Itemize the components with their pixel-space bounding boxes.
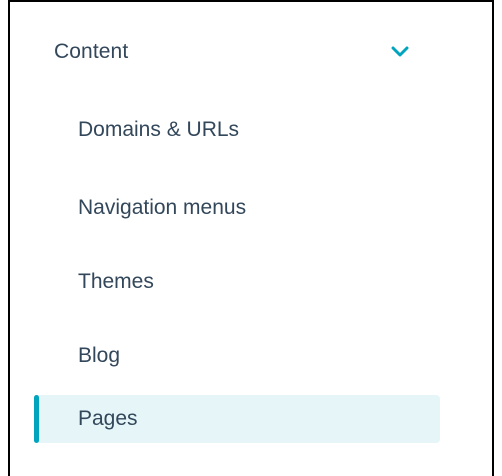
- sidebar-item-themes[interactable]: Themes: [34, 258, 440, 306]
- active-indicator: [34, 395, 39, 443]
- sidebar-item-label: Pages: [78, 407, 138, 430]
- sidebar-item-label: Navigation menus: [78, 196, 247, 219]
- sidebar-item-blog[interactable]: Blog: [34, 332, 440, 380]
- sidebar-item-label: Domains & URLs: [78, 118, 240, 141]
- panel-border-right: [492, 0, 494, 476]
- section-title: Content: [54, 40, 129, 63]
- sidebar-item-label: Blog: [78, 344, 121, 367]
- content-section-toggle[interactable]: Content: [54, 32, 424, 72]
- chevron-down-icon[interactable]: [388, 40, 412, 64]
- settings-sidebar: Content Domains & URLs Navigation menus …: [0, 0, 502, 476]
- sidebar-item-domains-urls[interactable]: Domains & URLs: [34, 106, 440, 154]
- sidebar-item-pages[interactable]: Pages: [34, 395, 440, 443]
- sidebar-item-label: Themes: [78, 270, 154, 293]
- sidebar-item-navigation-menus[interactable]: Navigation menus: [34, 184, 440, 232]
- panel-border-top: [8, 0, 494, 2]
- panel-border-left: [8, 0, 10, 476]
